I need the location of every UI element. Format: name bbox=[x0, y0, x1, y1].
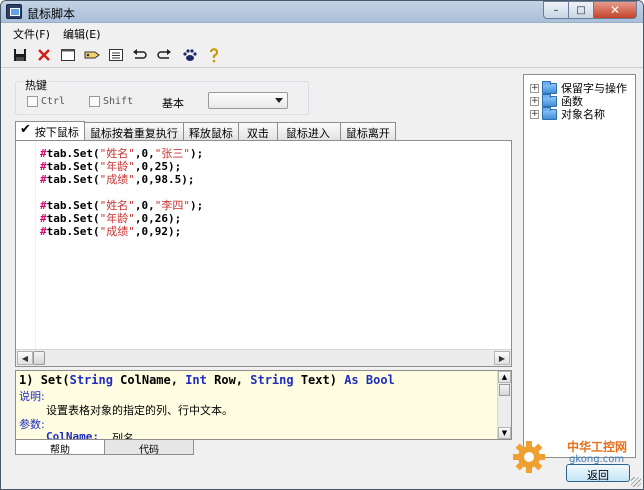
scroll-up-button[interactable]: ▲ bbox=[498, 371, 511, 383]
param-description: 列名 bbox=[112, 432, 134, 440]
chevron-right-icon: ▶ bbox=[498, 353, 506, 363]
scroll-left-button[interactable]: ◀ bbox=[17, 351, 33, 365]
code-line: #tab.Set("姓名",0,"李四"); bbox=[40, 199, 204, 212]
tab-label: 双击 bbox=[246, 127, 269, 140]
save-icon bbox=[14, 49, 26, 61]
return-button[interactable]: 返回 bbox=[566, 464, 630, 482]
ctrl-label: Ctrl bbox=[41, 96, 66, 107]
shift-label: Shift bbox=[103, 96, 134, 107]
new-button[interactable] bbox=[59, 46, 77, 64]
basic-key-dropdown[interactable] bbox=[208, 92, 288, 109]
tag-icon bbox=[84, 51, 100, 59]
tab-code[interactable]: 代码 bbox=[104, 440, 194, 456]
expand-icon[interactable]: + bbox=[530, 96, 539, 106]
window-title: 鼠标脚本 bbox=[27, 7, 76, 21]
menu-bar: 文件(F) 编辑(E) bbox=[1, 24, 643, 41]
resize-grip[interactable] bbox=[631, 477, 641, 487]
editor-gutter bbox=[16, 141, 36, 349]
minimize-button[interactable]: – bbox=[543, 1, 569, 19]
caption-buttons: – □ ✕ bbox=[543, 1, 637, 19]
description-text: 设置表格对象的指定的列、行中文本。 bbox=[46, 404, 233, 417]
record-button[interactable] bbox=[181, 46, 199, 64]
scroll-thumb[interactable] bbox=[33, 351, 45, 365]
shift-checkbox-box[interactable] bbox=[89, 96, 100, 107]
function-signature: 1) Set(String ColName, Int Row, String T… bbox=[19, 373, 395, 387]
save-button[interactable] bbox=[11, 46, 29, 64]
scroll-right-button[interactable]: ▶ bbox=[494, 351, 510, 365]
check-icon: ✔ bbox=[20, 122, 31, 137]
script-editor-window: 鼠标脚本 – □ ✕ 文件(F) 编辑(E) 热键 Ctrl Shift 基本 … bbox=[0, 0, 644, 490]
tag-button[interactable] bbox=[83, 46, 101, 64]
expand-icon[interactable]: + bbox=[530, 83, 539, 93]
folder-icon bbox=[542, 93, 557, 107]
tab-double-click[interactable]: 双击 bbox=[237, 122, 278, 140]
tab-mouse-enter[interactable]: 鼠标进入 bbox=[276, 122, 341, 140]
folder-icon bbox=[542, 106, 557, 120]
folder-icon bbox=[542, 80, 557, 94]
code-editor[interactable]: #tab.Set("姓名",0,"张三"); #tab.Set("年龄",0,2… bbox=[15, 140, 512, 367]
delete-icon bbox=[38, 49, 50, 61]
help-icon bbox=[209, 48, 219, 63]
tab-mouse-up[interactable]: 释放鼠标 bbox=[182, 122, 239, 140]
tab-mouse-repeat[interactable]: 鼠标按着重复执行 bbox=[83, 122, 184, 140]
ctrl-checkbox[interactable]: Ctrl bbox=[27, 96, 65, 107]
chevron-left-icon: ◀ bbox=[21, 353, 29, 363]
tab-label: 按下鼠标 bbox=[34, 126, 79, 139]
help-tabs: 帮助 代码 bbox=[15, 440, 194, 456]
help-button[interactable] bbox=[205, 46, 223, 64]
toolbar bbox=[1, 42, 643, 68]
chevron-up-icon: ▲ bbox=[501, 373, 508, 381]
paw-icon bbox=[183, 49, 197, 61]
chevron-down-icon: ▼ bbox=[501, 429, 508, 437]
basic-label: 基本 bbox=[162, 97, 184, 110]
scroll-down-button[interactable]: ▼ bbox=[498, 427, 511, 439]
menu-edit[interactable]: 编辑(E) bbox=[63, 26, 101, 42]
hotkey-legend: 热键 bbox=[23, 77, 49, 93]
param-name: ColName: bbox=[46, 430, 99, 440]
code-line: #tab.Set("年龄",0,26); bbox=[40, 212, 182, 225]
tab-mouse-leave[interactable]: 鼠标离开 bbox=[339, 122, 396, 140]
ctrl-checkbox-box[interactable] bbox=[27, 96, 38, 107]
undo-icon bbox=[133, 49, 147, 59]
tab-label: 鼠标进入 bbox=[285, 127, 330, 140]
code-line: #tab.Set("年龄",0,25); bbox=[40, 160, 182, 173]
tab-label: 释放鼠标 bbox=[188, 127, 233, 140]
list-button[interactable] bbox=[107, 46, 125, 64]
chevron-down-icon bbox=[275, 98, 283, 103]
shift-checkbox[interactable]: Shift bbox=[89, 96, 133, 107]
description-label: 说明: bbox=[19, 390, 45, 403]
redo-icon bbox=[157, 49, 171, 59]
tree-item-objects[interactable]: + 对象名称 bbox=[530, 106, 605, 121]
close-button[interactable]: ✕ bbox=[594, 1, 637, 19]
code-line: #tab.Set("姓名",0,"张三"); bbox=[40, 147, 204, 160]
scroll-thumb[interactable] bbox=[499, 384, 510, 396]
params-label: 参数: bbox=[19, 418, 45, 431]
menu-file[interactable]: 文件(F) bbox=[13, 26, 50, 42]
undo-button[interactable] bbox=[131, 46, 149, 64]
keyword-tree[interactable]: + 保留字与操作 + 函数 + 对象名称 bbox=[523, 74, 636, 458]
tab-label: 鼠标按着重复执行 bbox=[89, 127, 178, 140]
app-icon bbox=[6, 4, 22, 19]
delete-button[interactable] bbox=[35, 46, 53, 64]
tab-label: 鼠标离开 bbox=[345, 127, 390, 140]
code-content[interactable]: #tab.Set("姓名",0,"张三"); #tab.Set("年龄",0,2… bbox=[40, 147, 203, 238]
main-area: 热键 Ctrl Shift 基本 ✔ 按下鼠标 鼠标按着重复执行 释放鼠标 双击… bbox=[1, 69, 643, 489]
tab-help[interactable]: 帮助 bbox=[15, 440, 105, 456]
new-icon bbox=[61, 49, 75, 61]
help-panel[interactable]: 1) Set(String ColName, Int Row, String T… bbox=[15, 370, 512, 440]
title-bar[interactable]: 鼠标脚本 – □ ✕ bbox=[1, 1, 643, 23]
editor-horizontal-scrollbar[interactable]: ◀ ▶ bbox=[16, 349, 511, 366]
tab-mouse-down[interactable]: ✔ 按下鼠标 bbox=[15, 121, 85, 140]
list-icon bbox=[109, 49, 123, 61]
expand-icon[interactable]: + bbox=[530, 109, 539, 119]
code-line: #tab.Set("成绩",0,92); bbox=[40, 225, 182, 238]
status-bar: 返回 bbox=[1, 459, 643, 489]
event-tabs: ✔ 按下鼠标 鼠标按着重复执行 释放鼠标 双击 鼠标进入 鼠标离开 bbox=[15, 121, 396, 140]
redo-button[interactable] bbox=[155, 46, 173, 64]
code-line: #tab.Set("成绩",0,98.5); bbox=[40, 173, 195, 186]
help-vertical-scrollbar[interactable]: ▲ ▼ bbox=[497, 371, 511, 439]
maximize-button[interactable]: □ bbox=[569, 1, 594, 19]
